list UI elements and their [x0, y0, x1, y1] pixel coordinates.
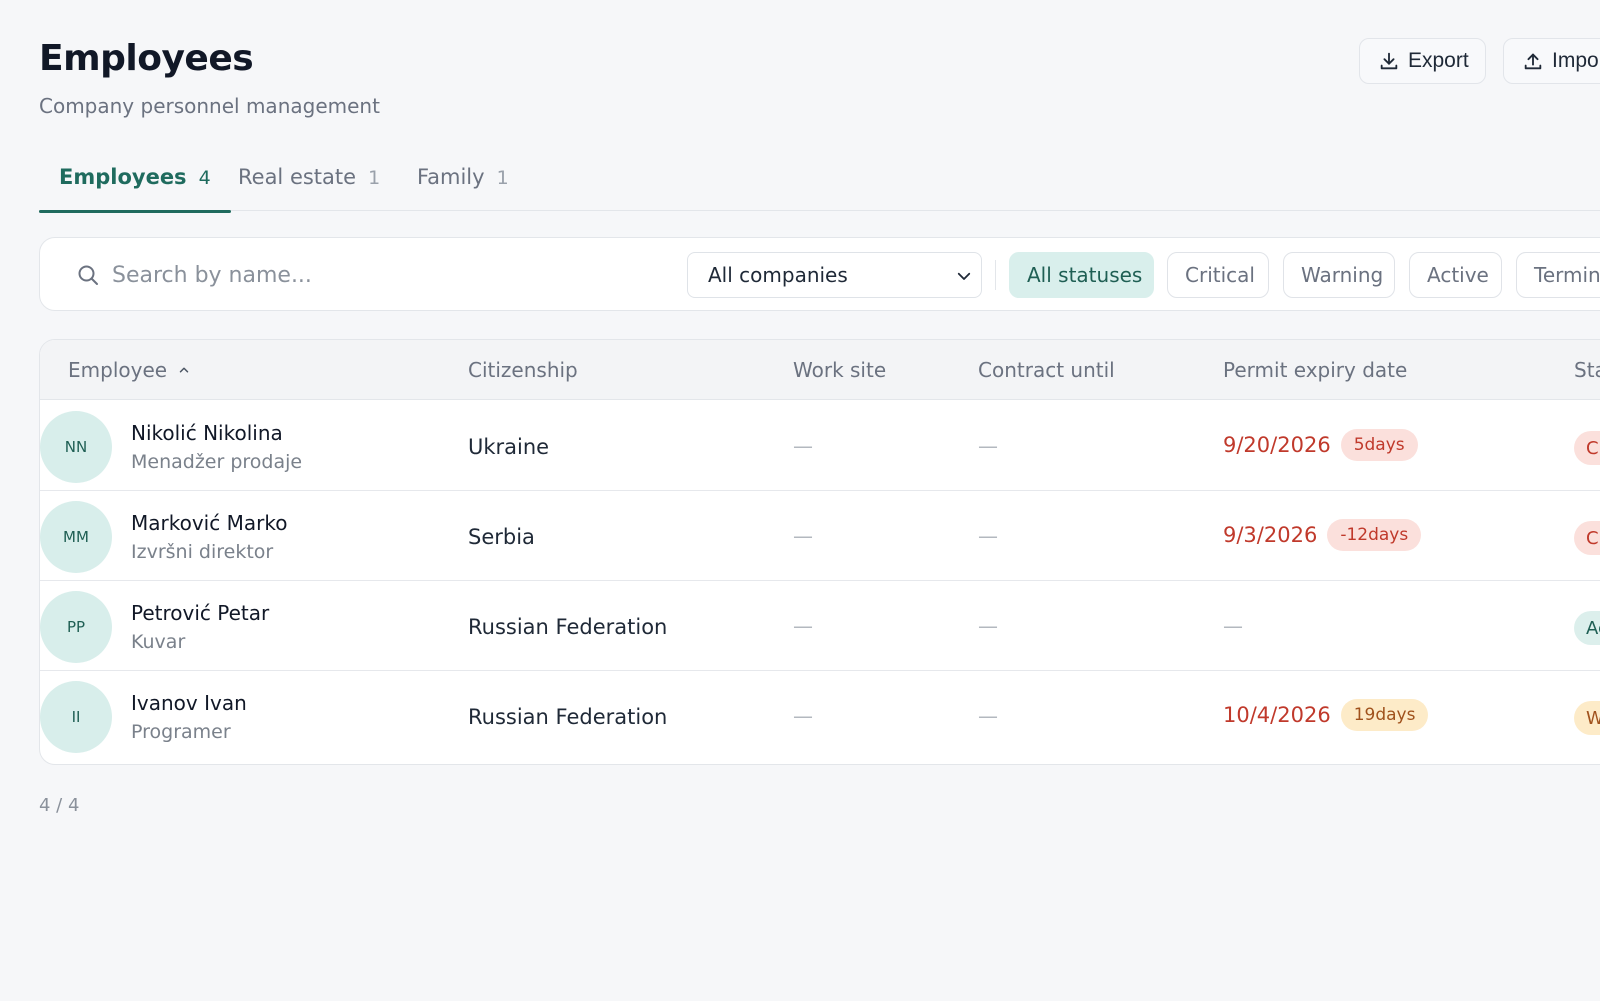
employees-page: Employees Company personnel management E…	[0, 0, 1600, 1001]
status-chip-critical[interactable]: Critical	[1167, 252, 1269, 298]
status-chip-terminated[interactable]: Termina	[1516, 252, 1600, 298]
tab-count: 4	[198, 167, 211, 189]
tab-count: 1	[368, 167, 381, 189]
citizenship-cell: Russian Federation	[468, 705, 668, 729]
citizenship-cell: Russian Federation	[468, 615, 668, 639]
table-row[interactable]: NN Nikolić Nikolina Menadžer prodaje Ukr…	[40, 401, 1600, 491]
download-icon	[1380, 52, 1398, 70]
employee-name: Ivanov Ivan	[131, 691, 247, 715]
status-badge: W	[1574, 701, 1600, 735]
permit-date: 10/4/2026	[1223, 703, 1331, 727]
contract-until-cell: —	[978, 704, 998, 728]
avatar: MM	[40, 501, 112, 573]
employee-name: Nikolić Nikolina	[131, 421, 283, 445]
tab-label: Employees	[59, 165, 187, 189]
avatar: PP	[40, 591, 112, 663]
chevron-down-icon	[957, 272, 971, 280]
employee-name: Petrović Petar	[131, 601, 270, 625]
page-title: Employees	[39, 38, 254, 79]
tab-family[interactable]: Family 1	[417, 165, 509, 211]
page-subtitle: Company personnel management	[39, 94, 380, 118]
company-select[interactable]: All companies	[687, 252, 982, 298]
contract-until-cell: —	[978, 434, 998, 458]
avatar: II	[40, 681, 112, 753]
tab-real-estate[interactable]: Real estate 1	[238, 165, 380, 211]
employee-role: Izvršni direktor	[131, 541, 274, 563]
tab-count: 1	[496, 167, 509, 189]
work-site-cell: —	[793, 434, 813, 458]
tab-label: Real estate	[238, 165, 357, 189]
employee-name: Marković Marko	[131, 511, 288, 535]
status-badge: Ac	[1574, 611, 1600, 645]
column-header-contract-until[interactable]: Contract until	[978, 358, 1115, 382]
import-button[interactable]: Impo	[1503, 38, 1600, 84]
status-chip-active[interactable]: Active	[1409, 252, 1502, 298]
status-chip-all[interactable]: All statuses	[1009, 252, 1154, 298]
permit-expiry-cell: 9/3/2026 -12days	[1223, 519, 1422, 551]
table-row[interactable]: II Ivanov Ivan Programer Russian Federat…	[40, 671, 1600, 761]
status-badge: C	[1574, 431, 1600, 465]
tab-label: Family	[417, 165, 485, 189]
status-chip-warning[interactable]: Warning	[1283, 252, 1395, 298]
column-label: Employee	[68, 358, 168, 382]
permit-date: 9/3/2026	[1223, 523, 1318, 547]
table-row[interactable]: PP Petrović Petar Kuvar Russian Federati…	[40, 581, 1600, 671]
permit-expiry-cell: 9/20/2026 5days	[1223, 429, 1418, 461]
work-site-cell: —	[793, 704, 813, 728]
pagination-count: 4 / 4	[39, 795, 80, 816]
avatar: NN	[40, 411, 112, 483]
citizenship-cell: Serbia	[468, 525, 535, 549]
work-site-cell: —	[793, 614, 813, 638]
status-badge: C	[1574, 521, 1600, 555]
employees-table: Employee Citizenship Work site Contract …	[39, 339, 1600, 765]
days-remaining-badge: 5days	[1340, 429, 1418, 461]
table-header: Employee Citizenship Work site Contract …	[40, 340, 1600, 400]
column-header-status[interactable]: Sta	[1574, 358, 1600, 382]
citizenship-cell: Ukraine	[468, 435, 550, 459]
days-remaining-badge: -12days	[1327, 519, 1422, 551]
employee-role: Menadžer prodaje	[131, 451, 303, 473]
upload-icon	[1524, 53, 1542, 70]
column-header-employee[interactable]: Employee	[68, 358, 191, 382]
filter-bar: All companies All statuses Critical Warn…	[39, 237, 1600, 311]
tab-bar: Employees 4 Real estate 1 Family 1	[39, 155, 1600, 213]
permit-expiry-cell: —	[1223, 614, 1243, 638]
table-row[interactable]: MM Marković Marko Izvršni direktor Serbi…	[40, 491, 1600, 581]
employee-role: Programer	[131, 721, 231, 743]
column-header-permit-expiry[interactable]: Permit expiry date	[1223, 358, 1407, 382]
work-site-cell: —	[793, 524, 813, 548]
days-remaining-badge: 19days	[1340, 699, 1429, 731]
export-button[interactable]: Export	[1359, 38, 1486, 84]
import-label: Impo	[1552, 49, 1599, 72]
contract-until-cell: —	[978, 614, 998, 638]
contract-until-cell: —	[978, 524, 998, 548]
employee-role: Kuvar	[131, 631, 186, 653]
export-label: Export	[1408, 49, 1469, 72]
chevron-up-icon	[179, 366, 189, 373]
search-input[interactable]	[112, 254, 632, 296]
filter-divider	[995, 260, 996, 290]
search-icon	[78, 265, 98, 285]
column-header-work-site[interactable]: Work site	[793, 358, 886, 382]
tab-employees[interactable]: Employees 4	[39, 165, 231, 213]
permit-date: 9/20/2026	[1223, 433, 1331, 457]
column-header-citizenship[interactable]: Citizenship	[468, 358, 578, 382]
company-select-value: All companies	[708, 263, 848, 287]
permit-expiry-cell: 10/4/2026 19days	[1223, 699, 1429, 731]
